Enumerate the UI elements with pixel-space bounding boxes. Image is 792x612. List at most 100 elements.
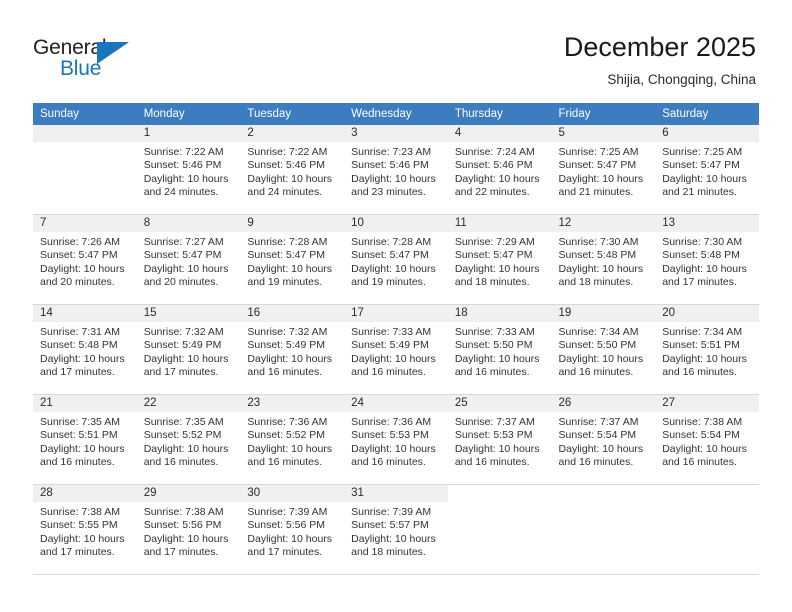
day-cell[interactable]: 19 Sunrise: 7:34 AM Sunset: 5:50 PM Dayligh… bbox=[551, 304, 656, 395]
daylight-duration-line1: Daylight: 10 hours bbox=[40, 442, 125, 455]
day-cell[interactable]: 3 Sunrise: 7:23 AM Sunset: 5:46 PM Daylight… bbox=[344, 125, 448, 215]
sunrise-time: Sunrise: 7:25 AM bbox=[558, 146, 639, 158]
day-details: Sunrise: 7:31 AM Sunset: 5:48 PM Daylight:… bbox=[33, 322, 137, 379]
day-number: 26 bbox=[551, 395, 656, 412]
logo-word-blue: Blue bbox=[60, 57, 102, 80]
day-cell[interactable]: 1 Sunrise: 7:22 AM Sunset: 5:46 PM Daylight… bbox=[136, 125, 241, 215]
day-cell[interactable]: 2 Sunrise: 7:22 AM Sunset: 5:46 PM Daylight… bbox=[240, 125, 345, 215]
sunset-time: Sunset: 5:49 PM bbox=[351, 339, 429, 352]
sunrise-time: Sunrise: 7:25 AM bbox=[662, 146, 743, 158]
day-cell-inner: 9 Sunrise: 7:28 AM Sunset: 5:47 PM Daylight… bbox=[240, 215, 345, 304]
day-cell[interactable]: 23 Sunrise: 7:36 AM Sunset: 5:52 PM Dayligh… bbox=[240, 394, 345, 485]
day-number: 7 bbox=[33, 215, 137, 232]
day-cell-inner: 6 Sunrise: 7:25 AM Sunset: 5:47 PM Daylight… bbox=[655, 125, 759, 214]
day-number: 28 bbox=[33, 485, 137, 502]
day-cell[interactable]: 13 Sunrise: 7:30 AM Sunset: 5:48 PM Dayligh… bbox=[655, 214, 759, 305]
sunset-time: Sunset: 5:47 PM bbox=[351, 249, 429, 262]
daylight-duration-line1: Daylight: 10 hours bbox=[351, 442, 436, 455]
day-number: 8 bbox=[136, 215, 241, 232]
day-number: 15 bbox=[136, 305, 241, 322]
sunset-time: Sunset: 5:53 PM bbox=[351, 429, 429, 442]
daylight-duration-line1: Daylight: 10 hours bbox=[247, 532, 333, 545]
day-cell[interactable]: 6 Sunrise: 7:25 AM Sunset: 5:47 PM Daylight… bbox=[655, 125, 759, 215]
day-cell[interactable] bbox=[447, 484, 552, 575]
daylight-duration-line2: and 24 minutes. bbox=[143, 185, 219, 198]
day-cell[interactable]: 8 Sunrise: 7:27 AM Sunset: 5:47 PM Daylight… bbox=[136, 214, 241, 305]
daylight-duration-line1: Daylight: 10 hours bbox=[558, 442, 644, 455]
daylight-duration-line2: and 18 minutes. bbox=[454, 275, 530, 288]
day-details: Sunrise: 7:38 AM Sunset: 5:56 PM Daylight:… bbox=[137, 502, 241, 559]
day-number bbox=[655, 485, 759, 502]
day-cell[interactable]: 5 Sunrise: 7:25 AM Sunset: 5:47 PM Daylight… bbox=[551, 125, 656, 215]
day-cell[interactable]: 12 Sunrise: 7:30 AM Sunset: 5:48 PM Dayligh… bbox=[551, 214, 656, 305]
day-details: Sunrise: 7:33 AM Sunset: 5:50 PM Daylight:… bbox=[448, 322, 552, 379]
day-cell[interactable]: 22 Sunrise: 7:35 AM Sunset: 5:52 PM Dayligh… bbox=[136, 394, 241, 485]
day-cell[interactable]: 27 Sunrise: 7:38 AM Sunset: 5:54 PM Dayligh… bbox=[655, 394, 759, 485]
day-cell[interactable]: 4 Sunrise: 7:24 AM Sunset: 5:46 PM Daylight… bbox=[447, 125, 552, 215]
day-cell[interactable]: 31 Sunrise: 7:39 AM Sunset: 5:57 PM Dayligh… bbox=[344, 484, 448, 575]
general-blue-logo[interactable]: General Blue bbox=[33, 36, 163, 88]
daylight-duration-line1: Daylight: 10 hours bbox=[247, 442, 333, 455]
day-cell[interactable]: 24 Sunrise: 7:36 AM Sunset: 5:53 PM Dayligh… bbox=[344, 394, 448, 485]
day-cell[interactable] bbox=[33, 125, 137, 215]
day-number bbox=[447, 485, 552, 502]
day-cell[interactable]: 18 Sunrise: 7:33 AM Sunset: 5:50 PM Dayligh… bbox=[447, 304, 552, 395]
day-details: Sunrise: 7:34 AM Sunset: 5:51 PM Daylight:… bbox=[655, 322, 759, 379]
daylight-duration-line2: and 16 minutes. bbox=[247, 365, 323, 378]
sunrise-time: Sunrise: 7:24 AM bbox=[454, 146, 535, 158]
day-cell[interactable]: 10 Sunrise: 7:28 AM Sunset: 5:47 PM Dayligh… bbox=[344, 214, 448, 305]
sunset-time: Sunset: 5:47 PM bbox=[143, 249, 222, 262]
day-cell[interactable]: 9 Sunrise: 7:28 AM Sunset: 5:47 PM Daylight… bbox=[240, 214, 345, 305]
day-cell[interactable] bbox=[655, 484, 759, 575]
daylight-duration-line2: and 18 minutes. bbox=[351, 545, 426, 558]
day-cell[interactable]: 30 Sunrise: 7:39 AM Sunset: 5:56 PM Dayligh… bbox=[240, 484, 345, 575]
day-cell-inner: 30 Sunrise: 7:39 AM Sunset: 5:56 PM Dayligh… bbox=[240, 485, 345, 574]
weekday-header-friday: Friday bbox=[551, 103, 656, 125]
day-cell[interactable]: 26 Sunrise: 7:37 AM Sunset: 5:54 PM Dayligh… bbox=[551, 394, 656, 485]
day-number: 10 bbox=[344, 215, 448, 232]
day-cell-inner: 10 Sunrise: 7:28 AM Sunset: 5:47 PM Dayligh… bbox=[344, 215, 448, 304]
day-cell[interactable]: 25 Sunrise: 7:37 AM Sunset: 5:53 PM Dayligh… bbox=[447, 394, 552, 485]
weekday-header-monday: Monday bbox=[136, 103, 241, 125]
day-number: 2 bbox=[240, 125, 345, 142]
daylight-duration-line2: and 18 minutes. bbox=[558, 275, 634, 288]
day-cell[interactable]: 29 Sunrise: 7:38 AM Sunset: 5:56 PM Dayligh… bbox=[136, 484, 241, 575]
day-cell[interactable]: 21 Sunrise: 7:35 AM Sunset: 5:51 PM Dayligh… bbox=[33, 394, 137, 485]
daylight-duration-line1: Daylight: 10 hours bbox=[143, 262, 229, 275]
day-cell-inner: 3 Sunrise: 7:23 AM Sunset: 5:46 PM Daylight… bbox=[344, 125, 448, 214]
day-number bbox=[33, 125, 137, 142]
day-cell-inner: 17 Sunrise: 7:33 AM Sunset: 5:49 PM Dayligh… bbox=[344, 305, 448, 394]
daylight-duration-line1: Daylight: 10 hours bbox=[247, 172, 333, 185]
day-cell[interactable]: 17 Sunrise: 7:33 AM Sunset: 5:49 PM Dayligh… bbox=[344, 304, 448, 395]
day-number: 11 bbox=[447, 215, 552, 232]
day-cell[interactable]: 11 Sunrise: 7:29 AM Sunset: 5:47 PM Dayligh… bbox=[447, 214, 552, 305]
sunset-time: Sunset: 5:46 PM bbox=[143, 159, 222, 172]
day-details: Sunrise: 7:26 AM Sunset: 5:47 PM Daylight:… bbox=[33, 232, 137, 289]
day-cell[interactable]: 20 Sunrise: 7:34 AM Sunset: 5:51 PM Dayligh… bbox=[655, 304, 759, 395]
daylight-duration-line1: Daylight: 10 hours bbox=[351, 532, 436, 545]
sunset-time: Sunset: 5:50 PM bbox=[558, 339, 637, 352]
day-details: Sunrise: 7:22 AM Sunset: 5:46 PM Daylight:… bbox=[240, 142, 344, 199]
day-number: 22 bbox=[136, 395, 241, 412]
sunrise-time: Sunrise: 7:23 AM bbox=[351, 146, 432, 158]
sunset-time: Sunset: 5:55 PM bbox=[40, 519, 118, 532]
day-cell-inner bbox=[655, 485, 759, 574]
sunrise-time: Sunrise: 7:35 AM bbox=[40, 416, 120, 428]
day-cell[interactable]: 16 Sunrise: 7:32 AM Sunset: 5:49 PM Dayligh… bbox=[240, 304, 345, 395]
day-cell[interactable]: 15 Sunrise: 7:32 AM Sunset: 5:49 PM Dayligh… bbox=[136, 304, 241, 395]
weekday-header-row: Sunday Monday Tuesday Wednesday Thursday… bbox=[33, 103, 759, 125]
day-cell[interactable]: 28 Sunrise: 7:38 AM Sunset: 5:55 PM Dayligh… bbox=[33, 484, 137, 575]
sunset-time: Sunset: 5:47 PM bbox=[40, 249, 118, 262]
day-cell[interactable] bbox=[551, 484, 656, 575]
page-header: General Blue December 2025 Shijia, Chong… bbox=[0, 0, 792, 100]
sunrise-time: Sunrise: 7:30 AM bbox=[662, 236, 743, 248]
sunrise-time: Sunrise: 7:36 AM bbox=[247, 416, 328, 428]
daylight-duration-line1: Daylight: 10 hours bbox=[247, 262, 333, 275]
sunrise-time: Sunrise: 7:37 AM bbox=[454, 416, 535, 428]
day-cell[interactable]: 14 Sunrise: 7:31 AM Sunset: 5:48 PM Dayligh… bbox=[33, 304, 137, 395]
calendar-body: 1 Sunrise: 7:22 AM Sunset: 5:46 PM Daylight… bbox=[33, 125, 759, 575]
day-number: 30 bbox=[240, 485, 345, 502]
day-cell-inner: 31 Sunrise: 7:39 AM Sunset: 5:57 PM Dayligh… bbox=[344, 485, 448, 574]
sunset-time: Sunset: 5:50 PM bbox=[454, 339, 533, 352]
day-cell[interactable]: 7 Sunrise: 7:26 AM Sunset: 5:47 PM Daylight… bbox=[33, 214, 137, 305]
